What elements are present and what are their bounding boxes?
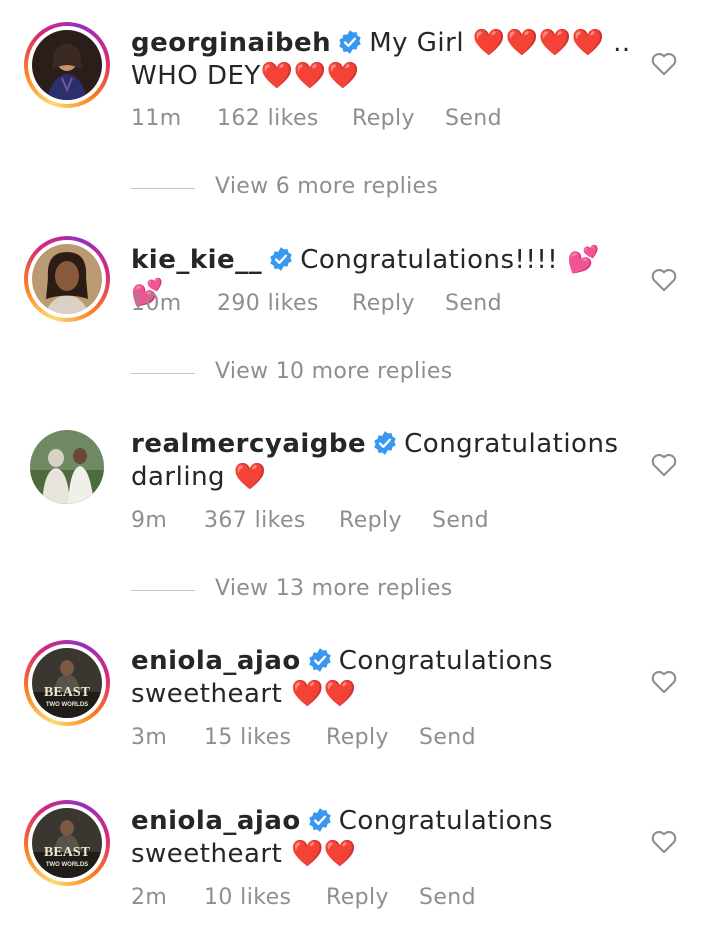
- username[interactable]: eniola_ajao: [131, 646, 301, 676]
- heart-outline-icon[interactable]: [650, 668, 678, 694]
- avatar[interactable]: [30, 430, 104, 504]
- comment-body-line1: Congratulations: [404, 429, 619, 459]
- verified-badge-icon: [309, 808, 331, 832]
- heart-outline-icon[interactable]: [650, 828, 678, 854]
- timestamp: 10m: [131, 291, 182, 316]
- comment-text: georginaibeh My Girl ❤️❤️❤️❤️ .. WHO DEY❤…: [131, 27, 631, 93]
- likes-count[interactable]: 290 likes: [217, 291, 319, 316]
- verified-badge-icon: [339, 30, 361, 54]
- comment-text: realmercyaigbe Congratulations darling ❤️: [131, 428, 631, 494]
- username[interactable]: eniola_ajao: [131, 806, 301, 836]
- reply-button[interactable]: Reply: [352, 106, 415, 131]
- divider: [131, 590, 195, 591]
- comment-body-line2: sweetheart ❤️❤️: [131, 839, 357, 869]
- comment-text: eniola_ajao Congratulations sweetheart ❤️…: [131, 805, 631, 871]
- avatar-story-ring[interactable]: BEAST TWO WORLDS: [24, 640, 110, 726]
- heart-outline-icon[interactable]: [650, 266, 678, 292]
- avatar-subcaption: TWO WORLDS: [46, 862, 88, 868]
- likes-count[interactable]: 10 likes: [204, 885, 291, 910]
- avatar: [32, 30, 102, 100]
- verified-badge-icon: [374, 431, 396, 455]
- username[interactable]: kie_kie__: [131, 245, 262, 275]
- avatar-subcaption: TWO WORLDS: [46, 702, 88, 708]
- comment-body-line2: sweetheart ❤️❤️: [131, 679, 357, 709]
- send-button[interactable]: Send: [445, 291, 502, 316]
- send-button[interactable]: Send: [445, 106, 502, 131]
- avatar: BEAST TWO WORLDS: [32, 808, 102, 878]
- view-more-label: View 13 more replies: [215, 576, 453, 601]
- comment-body-line2: WHO DEY❤️❤️❤️: [131, 61, 360, 91]
- send-button[interactable]: Send: [419, 885, 476, 910]
- avatar-story-ring[interactable]: BEAST TWO WORLDS: [24, 800, 110, 886]
- verified-badge-icon: [270, 247, 292, 271]
- comment-body-line1: Congratulations: [338, 646, 554, 676]
- view-more-label: View 6 more replies: [215, 174, 439, 199]
- reply-button[interactable]: Reply: [326, 725, 389, 750]
- likes-count[interactable]: 162 likes: [217, 106, 319, 131]
- avatar-story-ring[interactable]: [24, 22, 110, 108]
- likes-count[interactable]: 367 likes: [204, 508, 306, 533]
- send-button[interactable]: Send: [419, 725, 476, 750]
- avatar-caption: BEAST: [44, 845, 91, 860]
- view-more-label: View 10 more replies: [215, 359, 453, 384]
- heart-outline-icon[interactable]: [650, 50, 678, 76]
- comment-body-line2: darling ❤️: [131, 462, 267, 492]
- reply-button[interactable]: Reply: [326, 885, 389, 910]
- comment-georginaibeh: georginaibeh My Girl ❤️❤️❤️❤️ .. WHO DEY❤…: [0, 0, 720, 150]
- timestamp: 11m: [131, 106, 182, 131]
- heart-outline-icon[interactable]: [650, 451, 678, 477]
- avatar-story-ring[interactable]: [24, 236, 110, 322]
- send-button[interactable]: Send: [432, 508, 489, 533]
- reply-button[interactable]: Reply: [352, 291, 415, 316]
- comment-body-line1: Congratulations: [338, 806, 554, 836]
- likes-count[interactable]: 15 likes: [204, 725, 291, 750]
- avatar: BEAST TWO WORLDS: [32, 648, 102, 718]
- timestamp: 2m: [131, 885, 168, 910]
- timestamp: 9m: [131, 508, 168, 533]
- username[interactable]: realmercyaigbe: [131, 429, 366, 459]
- comment-body-line1: My Girl ❤️❤️❤️❤️ ..: [369, 28, 631, 58]
- divider: [131, 188, 195, 189]
- reply-button[interactable]: Reply: [339, 508, 402, 533]
- username[interactable]: georginaibeh: [131, 28, 331, 58]
- comment-text: eniola_ajao Congratulations sweetheart ❤️…: [131, 645, 631, 711]
- avatar-caption: BEAST: [44, 685, 91, 700]
- timestamp: 3m: [131, 725, 168, 750]
- divider: [131, 373, 195, 374]
- verified-badge-icon: [309, 648, 331, 672]
- avatar: [32, 244, 102, 314]
